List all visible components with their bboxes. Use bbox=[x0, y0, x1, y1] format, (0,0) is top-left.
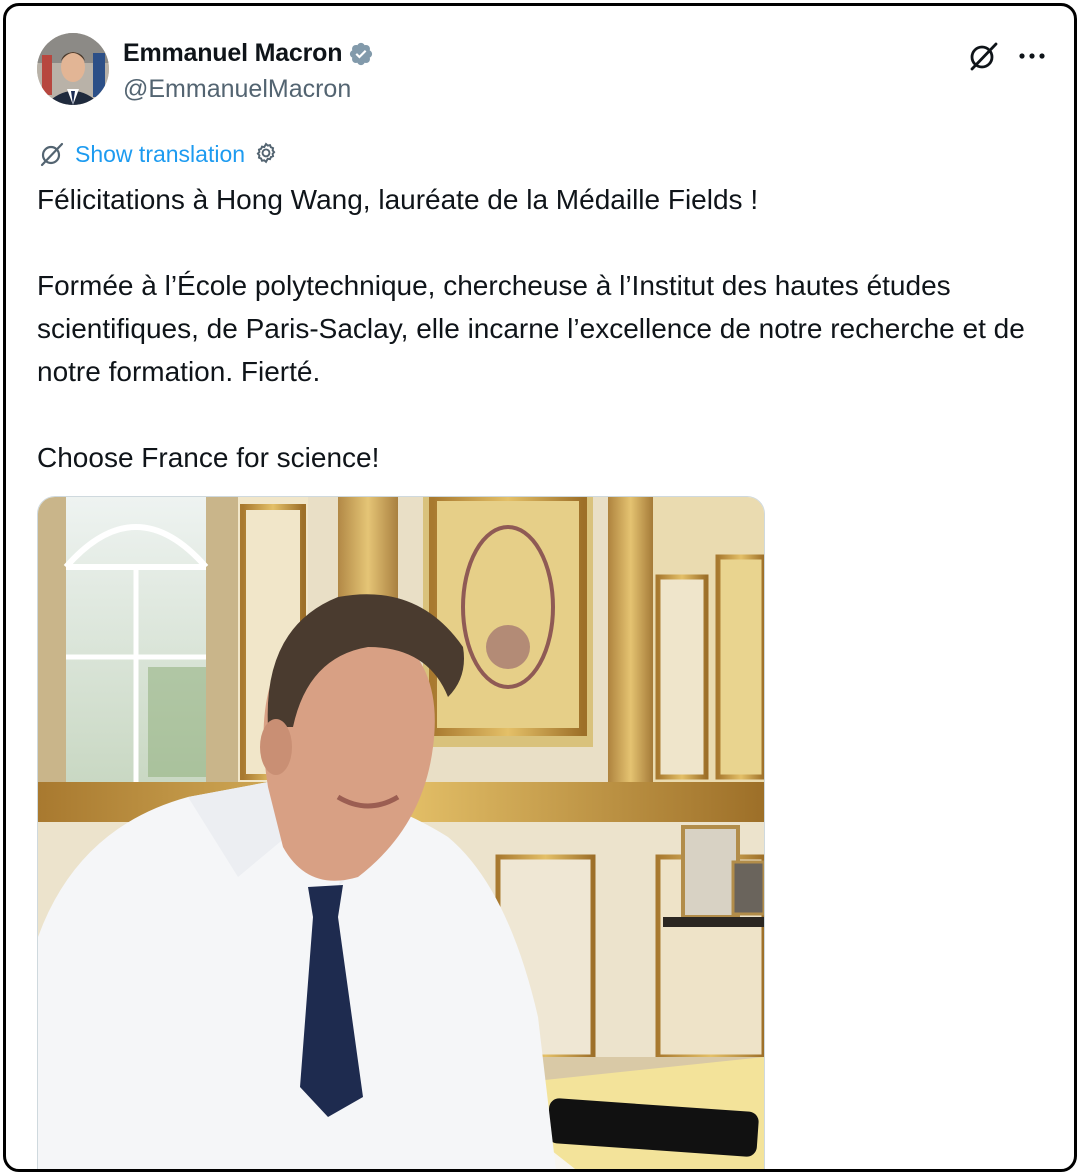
show-translation-link[interactable]: Show translation bbox=[75, 141, 245, 168]
avatar-image bbox=[37, 33, 109, 105]
display-name[interactable]: Emmanuel Macron bbox=[123, 39, 342, 68]
tweet-text: Félicitations à Hong Wang, lauréate de l… bbox=[37, 184, 1025, 473]
tweet-photo[interactable] bbox=[37, 496, 765, 1169]
photo-image bbox=[38, 497, 764, 1169]
grok-button[interactable] bbox=[965, 38, 1001, 74]
gear-icon[interactable] bbox=[253, 141, 279, 167]
author-handle[interactable]: @EmmanuelMacron bbox=[123, 75, 351, 104]
author-name-row[interactable]: Emmanuel Macron bbox=[123, 39, 374, 68]
translation-row: Show translation bbox=[37, 139, 279, 169]
verified-badge-icon bbox=[350, 42, 373, 65]
more-options-button[interactable] bbox=[1014, 38, 1050, 74]
grok-icon bbox=[40, 142, 64, 167]
grok-icon bbox=[970, 42, 998, 71]
tweet-card: Emmanuel Macron @EmmanuelMacron Show tra… bbox=[3, 3, 1077, 1172]
avatar[interactable] bbox=[37, 33, 109, 105]
more-icon bbox=[1019, 53, 1045, 59]
